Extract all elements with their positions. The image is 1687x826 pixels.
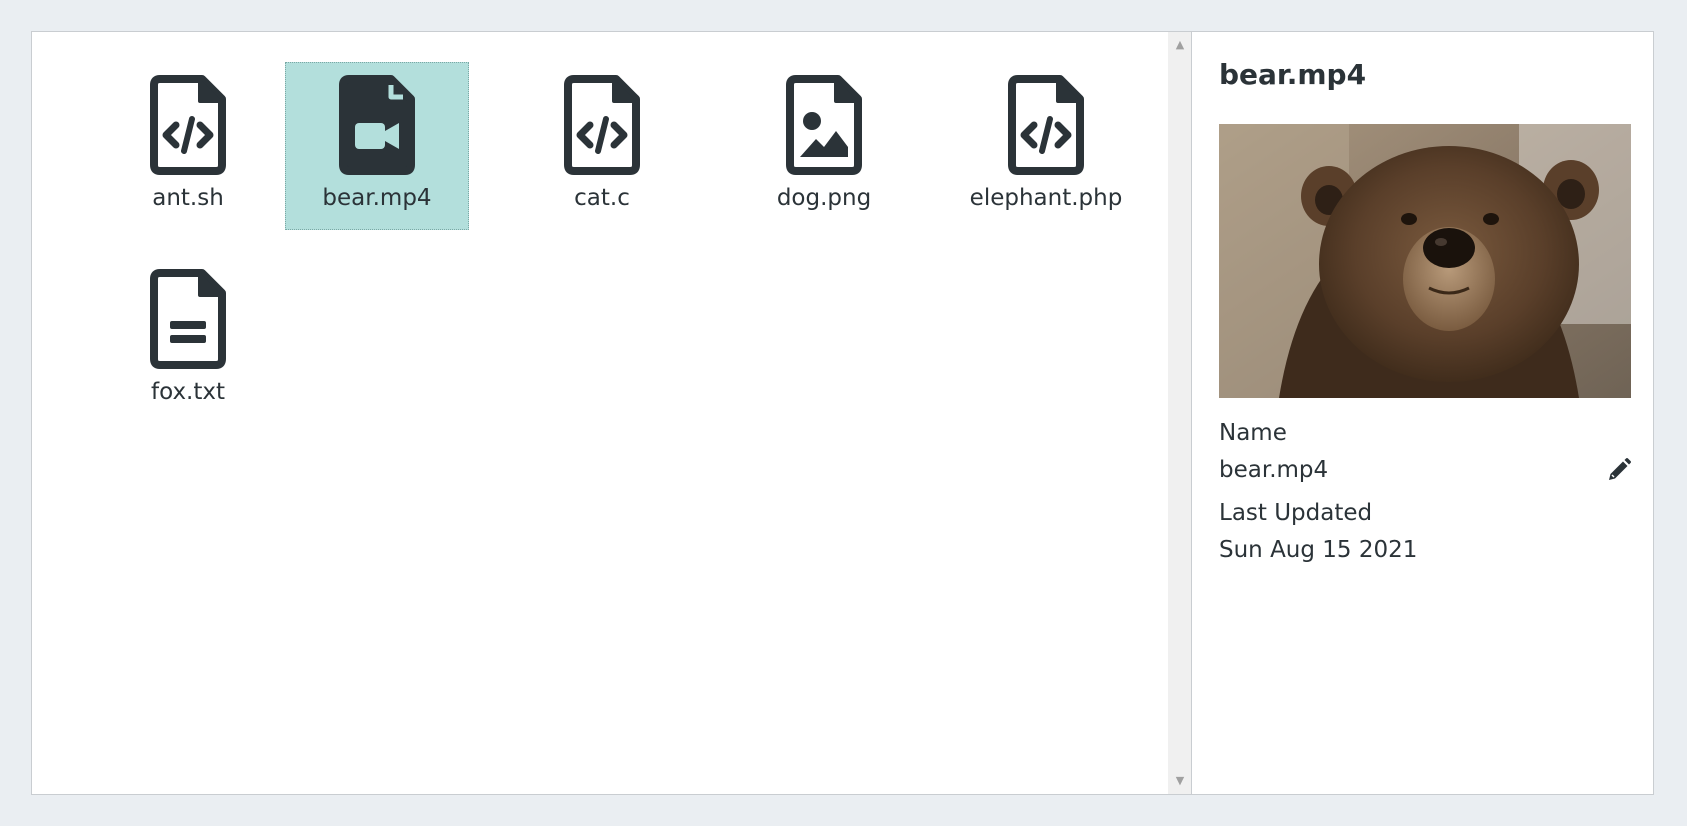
file-name: ant.sh	[152, 185, 224, 211]
details-panel: bear.mp4 Name bear.mp4 Last Updated Sun …	[1193, 32, 1653, 794]
name-label: Name	[1219, 420, 1287, 446]
file-image-icon	[786, 75, 862, 175]
scroll-up-arrow-icon[interactable]: ▲	[1168, 34, 1192, 56]
file-name: dog.png	[776, 185, 872, 211]
edit-name-button[interactable]	[1605, 456, 1633, 484]
file-text-icon	[150, 269, 226, 369]
file-grid: ant.sh bear.mp4 cat.c dog.png elephant.p…	[32, 32, 1168, 794]
file-code-icon	[564, 75, 640, 175]
file-name: elephant.php	[969, 185, 1123, 211]
file-name: bear.mp4	[322, 185, 432, 211]
file-item-cat-c[interactable]: cat.c	[510, 62, 694, 230]
file-code-icon	[150, 75, 226, 175]
details-title: bear.mp4	[1219, 58, 1367, 91]
last-updated-value: Sun Aug 15 2021	[1219, 537, 1418, 563]
pencil-icon	[1609, 458, 1631, 480]
file-name: cat.c	[574, 185, 630, 211]
file-name: fox.txt	[150, 379, 226, 405]
scroll-down-arrow-icon[interactable]: ▼	[1168, 770, 1192, 792]
file-browser-window: ant.sh bear.mp4 cat.c dog.png elephant.p…	[31, 31, 1654, 795]
vertical-scrollbar[interactable]: ▲ ▼	[1168, 32, 1192, 794]
last-updated-label: Last Updated	[1219, 500, 1373, 526]
file-code-icon	[1008, 75, 1084, 175]
preview-image	[1219, 124, 1631, 398]
file-item-elephant-php[interactable]: elephant.php	[954, 62, 1138, 230]
file-video-icon	[339, 75, 415, 175]
file-item-dog-png[interactable]: dog.png	[732, 62, 916, 230]
name-value: bear.mp4	[1219, 457, 1329, 483]
file-item-ant-sh[interactable]: ant.sh	[96, 62, 280, 230]
file-item-fox-txt[interactable]: fox.txt	[96, 256, 280, 424]
file-item-bear-mp4[interactable]: bear.mp4	[285, 62, 469, 230]
